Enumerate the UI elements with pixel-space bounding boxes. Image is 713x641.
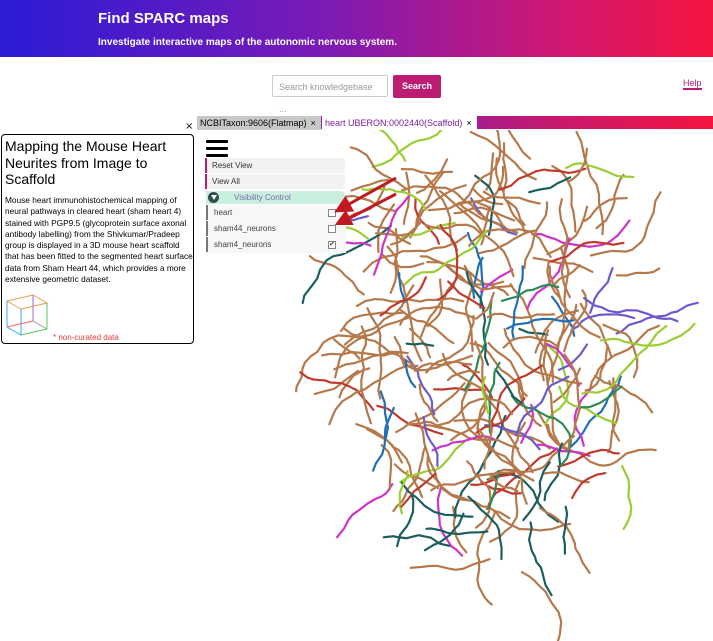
layer-label: sham44_neurons — [214, 224, 276, 233]
visibility-list: heart sham44_neurons sham4_neurons ✔ — [206, 205, 346, 253]
info-panel: Mapping the Mouse Heart Neurites from Im… — [1, 134, 194, 344]
neurite-path — [419, 255, 473, 287]
tab-flatmap[interactable]: NCBITaxon:9606(Flatmap) × — [197, 116, 321, 130]
neurite-path — [405, 342, 435, 347]
neurite-path — [400, 168, 454, 175]
neurite-path — [355, 423, 403, 464]
layer-label: sham4_neurons — [214, 240, 272, 249]
scaffold-cube-icon — [5, 294, 49, 336]
search-button[interactable]: Search — [393, 75, 441, 98]
neurite-path — [506, 199, 526, 226]
neurite-path — [371, 130, 444, 169]
neurite-path — [460, 130, 502, 205]
neurite-path — [583, 197, 628, 222]
neurite-path — [551, 164, 577, 233]
reset-view-button[interactable]: Reset View — [205, 158, 345, 173]
neurite-path — [571, 472, 607, 500]
info-title: Mapping the Mouse Heart Neurites from Im… — [5, 138, 167, 187]
search-input[interactable]: Search knowledgebase ... — [272, 75, 388, 114]
neurite-path — [562, 505, 569, 555]
layer-row-sham44[interactable]: sham44_neurons — [206, 221, 346, 236]
neurite-path — [409, 558, 491, 571]
non-curated-note: * non-curated data — [53, 333, 119, 342]
neurite-path — [355, 297, 465, 307]
tab-scaffold[interactable]: heart UBERON:0002440(Scaffold) × — [322, 116, 477, 130]
close-icon[interactable]: × — [185, 121, 193, 132]
layer-row-heart[interactable]: heart — [206, 205, 346, 220]
layer-checkbox[interactable] — [328, 225, 336, 233]
tab-label: NCBITaxon:9606(Flatmap) — [200, 118, 307, 128]
neurite-path — [476, 511, 497, 607]
neurite-path — [595, 173, 625, 230]
site-header: Find SPARC maps Investigate interactive … — [0, 0, 713, 57]
page-subtitle: Investigate interactive maps of the auto… — [98, 37, 397, 48]
tab-close-icon[interactable]: × — [311, 118, 316, 128]
layer-label: heart — [214, 208, 233, 217]
neurite-path — [600, 322, 696, 347]
neurite-path — [382, 534, 451, 547]
hamburger-menu-icon[interactable] — [206, 140, 228, 158]
neurite-path — [336, 483, 394, 539]
neurite-path — [328, 364, 419, 426]
neurite-path — [527, 521, 553, 597]
collapse-arrow-icon[interactable] — [208, 192, 219, 203]
tab-label: heart UBERON:0002440(Scaffold) — [325, 118, 463, 128]
neurite-path — [574, 448, 658, 467]
visibility-control-header[interactable]: Visibility Control — [206, 191, 346, 204]
neurite-path — [425, 527, 489, 536]
neurite-path — [584, 344, 609, 392]
view-all-button[interactable]: View All — [205, 174, 345, 189]
annotation-arrows — [334, 176, 397, 225]
neurite-path — [486, 312, 556, 320]
neurite-path — [478, 229, 537, 255]
control-menu: Reset View View All — [205, 158, 345, 190]
neurite-path — [520, 571, 563, 641]
help-link[interactable]: Help — [683, 78, 702, 90]
layer-row-sham4[interactable]: sham4_neurons ✔ — [206, 237, 346, 252]
info-description: Mouse heart immunohistochemical mapping … — [5, 195, 193, 285]
visibility-control-label: Visibility Control — [234, 193, 291, 202]
neurite-path — [615, 267, 661, 277]
page-title: Find SPARC maps — [98, 10, 229, 27]
neurite-path — [543, 471, 590, 484]
tab-close-icon[interactable]: × — [466, 118, 471, 128]
neurite-path — [621, 465, 633, 530]
layer-checkbox-checked[interactable]: ✔ — [328, 241, 336, 249]
